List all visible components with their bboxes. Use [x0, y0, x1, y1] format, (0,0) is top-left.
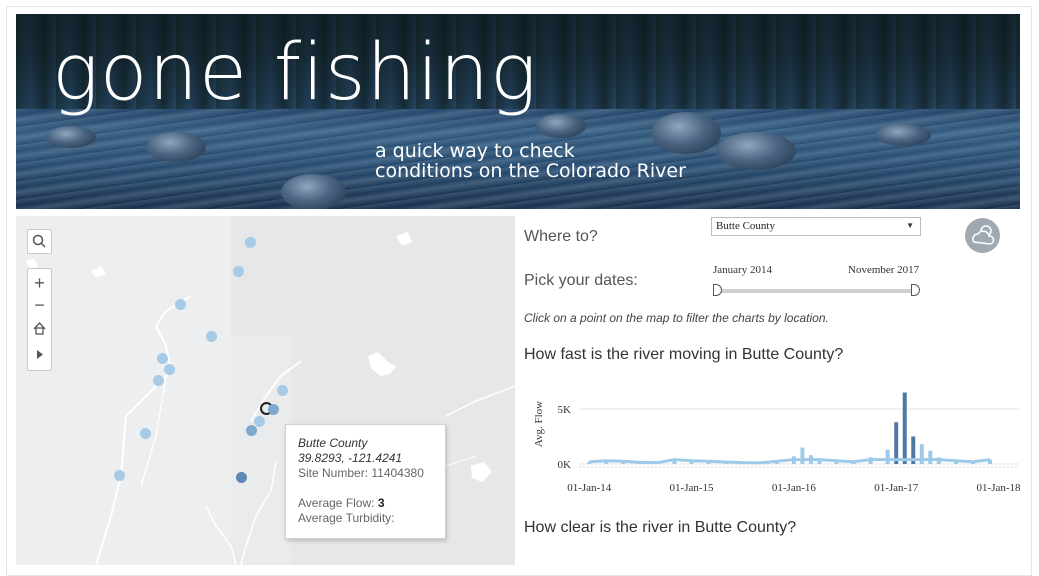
tooltip-title: Butte County: [298, 436, 368, 450]
flow-bar: [800, 447, 805, 464]
banner-subtitle-line2: conditions on the Colorado River: [375, 160, 686, 182]
dates-label: Pick your dates:: [524, 272, 638, 289]
map-site-point[interactable]: [153, 375, 164, 386]
location-select-value: Butte County: [716, 220, 775, 232]
play-icon: [37, 350, 43, 359]
location-select[interactable]: Butte County ▼: [711, 217, 921, 236]
map-site-point[interactable]: [233, 266, 244, 277]
date-range-start: January 2014: [713, 264, 772, 276]
map-zoom-controls: + −: [27, 268, 52, 371]
flow-bar: [885, 449, 890, 464]
header-banner: gone fishing a quick way to check condit…: [16, 14, 1020, 209]
zoom-out-icon: −: [34, 295, 45, 315]
cloudy-sun-icon: [965, 218, 1000, 253]
tooltip-turbidity-label: Average Turbidity:: [298, 511, 395, 525]
banner-rock: [281, 174, 346, 209]
where-to-label: Where to?: [524, 228, 598, 245]
flow-chart-title: How fast is the river moving in Butte Co…: [524, 346, 844, 363]
map-site-point[interactable]: [157, 353, 168, 364]
tooltip-site-row: Site Number: 11404380: [298, 466, 433, 481]
map-site-point[interactable]: [206, 331, 217, 342]
y-axis-label: Avg. Flow: [533, 401, 545, 447]
tooltip-coords: 39.8293, -121.4241: [298, 451, 403, 465]
date-range-start-handle[interactable]: [713, 284, 722, 296]
tooltip-flow-row: Average Flow: 3: [298, 496, 433, 511]
date-range-end: November 2017: [848, 264, 920, 276]
banner-title: gone fishing: [52, 28, 538, 118]
flow-bar: [894, 422, 899, 464]
map-site-point[interactable]: [236, 472, 247, 483]
map-site-point[interactable]: [175, 299, 186, 310]
map-site-point[interactable]: [245, 237, 256, 248]
x-tick-label: 01-Jan-14: [567, 482, 611, 494]
map-search-button[interactable]: [27, 229, 52, 254]
map-site-point[interactable]: [164, 364, 175, 375]
flow-bar: [902, 392, 907, 464]
zoom-out-button[interactable]: −: [28, 293, 51, 318]
date-range-track: [718, 289, 916, 293]
map-filter-hint: Click on a point on the map to filter th…: [524, 311, 829, 325]
map-site-point[interactable]: [268, 404, 279, 415]
x-tick-label: 01-Jan-16: [772, 482, 816, 494]
tooltip-flow-label: Average Flow:: [298, 496, 375, 510]
banner-rock: [876, 124, 931, 146]
home-icon: [33, 322, 46, 335]
x-tick-label: 01-Jan-18: [977, 482, 1021, 494]
search-icon: [32, 234, 46, 248]
y-tick-label: 5K: [558, 404, 572, 416]
chevron-down-icon: ▼: [906, 221, 914, 230]
map-site-point[interactable]: [140, 428, 151, 439]
map-site-point[interactable]: [114, 470, 125, 481]
zoom-in-icon: +: [34, 273, 45, 293]
tooltip-flow-value: 3: [377, 496, 385, 510]
banner-subtitle-line1: a quick way to check: [375, 140, 575, 162]
x-tick-label: 01-Jan-17: [874, 482, 918, 494]
banner-subtitle: a quick way to check conditions on the C…: [375, 141, 686, 181]
banner-rock: [716, 132, 796, 170]
date-range-end-handle[interactable]: [911, 284, 920, 296]
map-tooltip: Butte County 39.8293, -121.4241 Site Num…: [285, 424, 446, 539]
banner-rock: [536, 114, 586, 138]
x-tick-label: 01-Jan-15: [670, 482, 714, 494]
banner-rock: [46, 126, 96, 148]
map-site-point[interactable]: [254, 416, 265, 427]
y-tick-label: 0K: [558, 459, 572, 471]
flow-bar: [928, 450, 933, 464]
tooltip-site-value: 11404380: [371, 466, 424, 480]
controls-panel: Where to? Butte County ▼ Pick your dates…: [524, 216, 1024, 565]
map-site-point[interactable]: [277, 385, 288, 396]
banner-rock: [146, 132, 206, 162]
clarity-chart-title: How clear is the river in Butte County?: [524, 519, 797, 536]
map-toolbar-toggle[interactable]: [28, 343, 51, 368]
tooltip-site-label: Site Number:: [298, 466, 369, 480]
map-home-button[interactable]: [28, 317, 51, 342]
map-site-point[interactable]: [246, 425, 257, 436]
flow-chart[interactable]: Avg. Flow 5K 0K 01-Jan-14 01-Jan-15 01-Jan-16…: [524, 366, 1024, 496]
